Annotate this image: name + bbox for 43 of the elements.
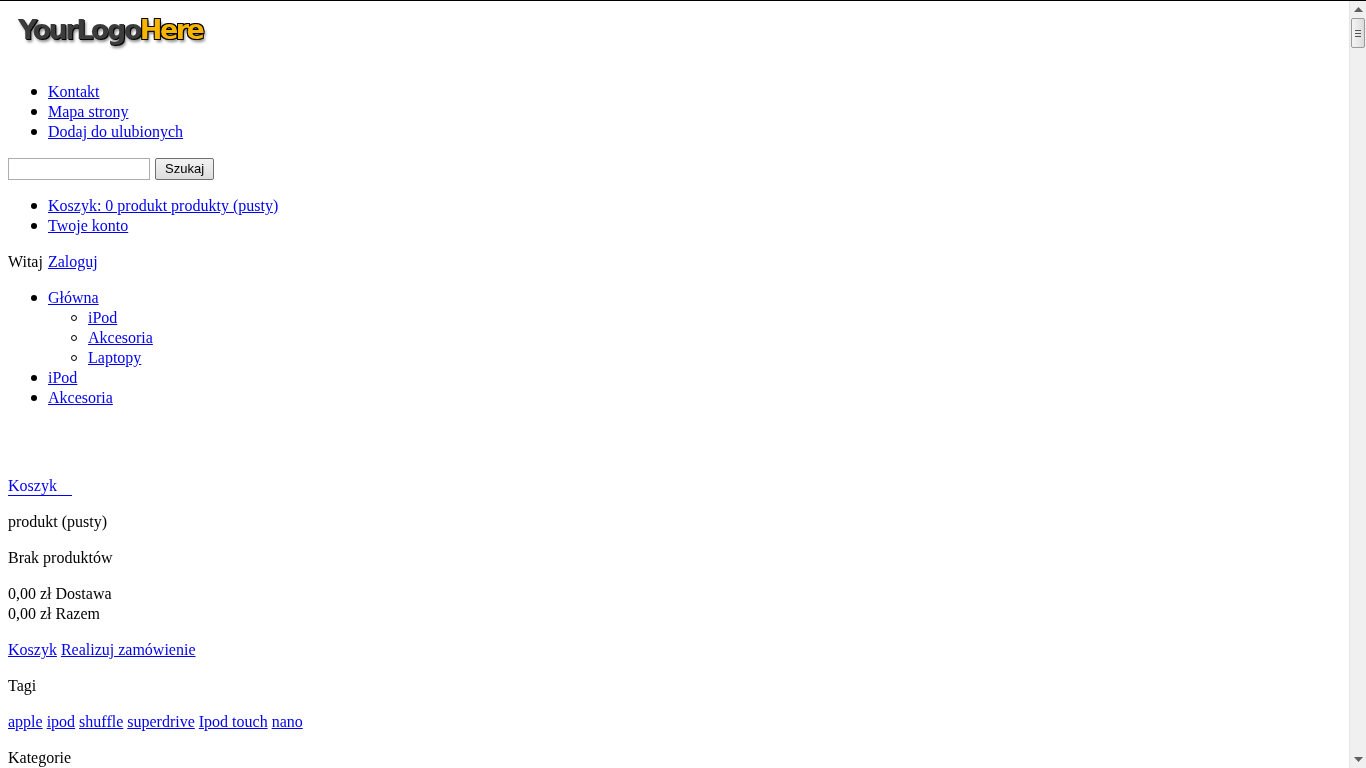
menu-link[interactable]: Dodaj do ulubionych	[48, 122, 184, 142]
bullet-icon	[31, 89, 37, 95]
bullet-icon	[31, 129, 37, 135]
categories-heading: Kategorie	[8, 748, 73, 768]
tag-link[interactable]: Ipod touch	[198, 712, 268, 732]
menu-link[interactable]: Kontakt	[48, 82, 100, 102]
shipping-text: 0,00 zł Dostawa	[8, 584, 113, 604]
menu-link[interactable]: Akcesoria	[88, 328, 153, 348]
menu-link[interactable]: iPod	[48, 368, 78, 388]
tag-link[interactable]: apple	[8, 712, 43, 732]
menu-link[interactable]: Twoje konto	[48, 216, 129, 236]
tags-heading: Tagi	[8, 676, 38, 696]
bullet-icon	[31, 295, 37, 301]
empty-cart-text: Brak produktów	[8, 548, 114, 568]
bullet-icon	[31, 375, 37, 381]
bullet-icon	[31, 203, 37, 209]
search-field[interactable]	[8, 158, 150, 180]
tag-link[interactable]: ipod	[46, 712, 76, 732]
tag-link[interactable]: nano	[271, 712, 303, 732]
menu-link[interactable]: Koszyk: 0 produkt produkty (pusty)	[48, 196, 279, 216]
greeting-text: Witaj	[8, 252, 43, 272]
tag-link[interactable]: superdrive	[127, 712, 195, 732]
cart-link[interactable]: Realizuj zamówienie	[60, 640, 196, 660]
cart-count-text: produkt (pusty)	[8, 512, 109, 532]
cart-title-link[interactable]: Koszyk	[8, 477, 72, 496]
scroll-up-icon[interactable]	[1353, 7, 1363, 12]
bullet-icon	[31, 223, 37, 229]
logo[interactable]: YourLogoHere	[18, 13, 203, 47]
total-text: 0,00 zł Razem	[8, 604, 101, 624]
menu-link[interactable]: Główna	[48, 288, 99, 308]
bullet-icon	[31, 109, 37, 115]
search-button[interactable]: Szukaj	[155, 158, 215, 180]
cart-link[interactable]: Koszyk	[8, 640, 57, 660]
tag-link[interactable]: shuffle	[79, 712, 124, 732]
menu-link[interactable]: Laptopy	[88, 348, 142, 368]
scroll-thumb[interactable]	[1351, 18, 1365, 48]
menu-link[interactable]: iPod	[88, 308, 118, 328]
bullet-icon	[31, 395, 37, 401]
scrollbar[interactable]	[1349, 1, 1366, 768]
scroll-down-icon[interactable]	[1353, 757, 1363, 762]
login-link[interactable]: Zaloguj	[47, 252, 98, 272]
menu-link[interactable]: Mapa strony	[48, 102, 129, 122]
menu-link[interactable]: Akcesoria	[48, 388, 113, 408]
